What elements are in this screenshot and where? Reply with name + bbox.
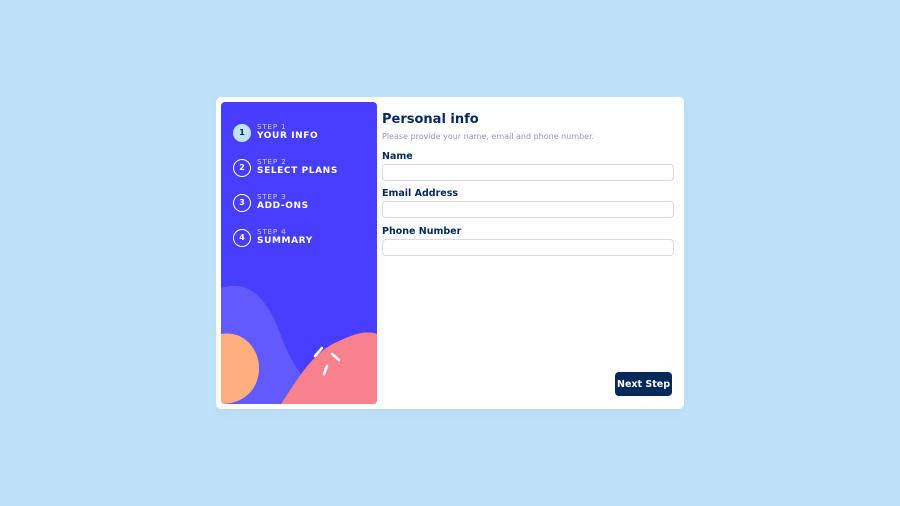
- form-subtitle: Please provide your name, email and phon…: [382, 132, 595, 141]
- phone-field[interactable]: [382, 239, 674, 256]
- step-title: YOUR INFO: [257, 131, 319, 142]
- email-label: Email Address: [382, 188, 459, 199]
- name-field[interactable]: [382, 164, 674, 181]
- step-title: SELECT PLANS: [257, 166, 338, 177]
- form-card: 1 STEP 1 YOUR INFO 2 STEP 2 SELECT PLANS…: [216, 97, 684, 409]
- step-title: SUMMARY: [257, 236, 313, 247]
- form-title: Personal info: [382, 112, 479, 127]
- personal-info-form: Personal info Please provide your name, …: [382, 97, 674, 409]
- step-number-badge: 4: [233, 228, 251, 247]
- step-list: 1 STEP 1 YOUR INFO 2 STEP 2 SELECT PLANS…: [233, 115, 338, 255]
- email-field[interactable]: [382, 201, 674, 218]
- step-label: STEP 3: [257, 192, 287, 202]
- step-number-badge: 3: [233, 193, 251, 212]
- step-item-select-plans[interactable]: 2 STEP 2 SELECT PLANS: [233, 150, 338, 185]
- step-label: STEP 2: [257, 157, 287, 167]
- step-title: ADD-ONS: [257, 201, 309, 212]
- step-label: STEP 4: [257, 227, 287, 237]
- step-label: STEP 1: [257, 122, 287, 132]
- name-label: Name: [382, 151, 413, 162]
- step-item-your-info[interactable]: 1 STEP 1 YOUR INFO: [233, 115, 338, 150]
- phone-label: Phone Number: [382, 226, 462, 237]
- step-sidebar: 1 STEP 1 YOUR INFO 2 STEP 2 SELECT PLANS…: [221, 102, 377, 404]
- step-item-add-ons[interactable]: 3 STEP 3 ADD-ONS: [233, 185, 338, 220]
- step-number-badge: 1: [233, 123, 251, 142]
- step-item-summary[interactable]: 4 STEP 4 SUMMARY: [233, 220, 338, 255]
- step-number-badge: 2: [233, 158, 251, 177]
- next-step-button[interactable]: Next Step: [615, 372, 672, 396]
